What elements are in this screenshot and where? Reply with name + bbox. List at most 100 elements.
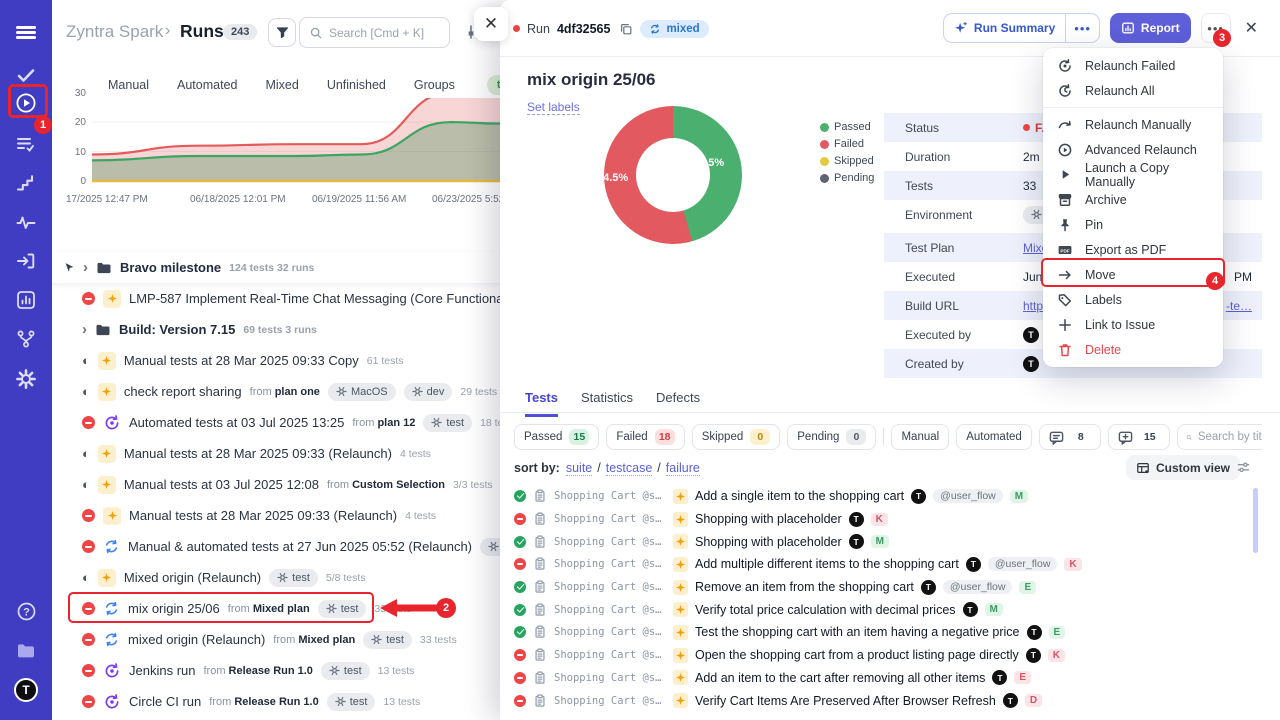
assignee-avatar[interactable]: T bbox=[966, 557, 981, 572]
projects-folder-icon[interactable] bbox=[14, 639, 38, 663]
menu-item-relaunch-all[interactable]: Relaunch All bbox=[1043, 78, 1223, 103]
runs-play-nav-icon[interactable] bbox=[14, 91, 38, 115]
run-list-item[interactable]: Automated tests at 03 Jul 2025 13:25from… bbox=[52, 407, 500, 438]
test-title[interactable]: Shopping with placeholder bbox=[695, 512, 842, 526]
pulse-nav-icon[interactable] bbox=[14, 210, 38, 234]
test-title[interactable]: Shopping with placeholder bbox=[695, 535, 842, 549]
runs-search-input[interactable] bbox=[329, 26, 439, 40]
run-summary-button[interactable]: Run Summary bbox=[944, 14, 1065, 42]
user-avatar[interactable]: T bbox=[1023, 356, 1039, 372]
bar-chart-nav-icon[interactable] bbox=[14, 288, 38, 312]
run-list-item[interactable]: Manual tests at 28 Mar 2025 09:33 (Relau… bbox=[52, 500, 500, 531]
custom-view-button[interactable]: Custom view bbox=[1126, 455, 1240, 480]
assignee-avatar[interactable]: T bbox=[963, 602, 978, 617]
steps-nav-icon[interactable] bbox=[14, 171, 38, 195]
tab-manual[interactable]: Manual bbox=[108, 78, 149, 92]
tests-search[interactable] bbox=[1177, 424, 1262, 450]
menu-item-archive[interactable]: Archive bbox=[1043, 187, 1223, 212]
test-row[interactable]: Shopping Cart @s…Add multiple different … bbox=[500, 553, 1280, 576]
checkmark-nav-icon[interactable] bbox=[14, 63, 38, 87]
tab-mixed[interactable]: Mixed bbox=[265, 78, 298, 92]
run-source[interactable]: from plan 12 bbox=[352, 417, 415, 429]
run-folder-row[interactable]: ›Build: Version 7.1569 tests 3 runs bbox=[52, 314, 500, 345]
chevron-right-icon[interactable]: › bbox=[83, 260, 88, 275]
filter-pending-button[interactable]: Pending0 bbox=[787, 424, 876, 450]
run-list-item[interactable]: ◐check report sharingfrom plan oneMacOSd… bbox=[52, 376, 500, 407]
set-labels-link[interactable]: Set labels bbox=[527, 100, 580, 115]
sort-suite-link[interactable]: suite bbox=[566, 461, 592, 476]
branch-nav-icon[interactable] bbox=[14, 327, 38, 351]
assignee-avatar[interactable]: T bbox=[849, 512, 864, 527]
test-row[interactable]: Shopping Cart @s…Add a single item to th… bbox=[500, 485, 1280, 508]
menu-item-launch-a-copy-manually[interactable]: Launch a Copy Manually bbox=[1043, 162, 1223, 187]
comments-filter-button[interactable]: 8 bbox=[1039, 424, 1101, 450]
assignee-avatar[interactable]: T bbox=[1027, 625, 1042, 640]
run-source[interactable]: from Release Run 1.0 bbox=[203, 665, 312, 677]
report-button[interactable]: Report bbox=[1110, 13, 1191, 43]
run-list-item[interactable]: ◐Mixed origin (Relaunch)test5/8 tests bbox=[52, 562, 500, 593]
test-row[interactable]: Shopping Cart @s…Verify Cart Items Are P… bbox=[500, 689, 1280, 712]
help-icon[interactable]: ? bbox=[14, 599, 38, 623]
tests-scrollbar[interactable] bbox=[1253, 488, 1258, 553]
filter-manual-button[interactable]: Manual bbox=[891, 424, 949, 450]
test-tag[interactable]: @user_flow bbox=[988, 557, 1058, 571]
run-list-item[interactable]: Manual & automated tests at 27 Jun 2025 … bbox=[52, 531, 500, 562]
sort-failure-link[interactable]: failure bbox=[666, 461, 700, 476]
assignee-avatar[interactable]: T bbox=[1026, 648, 1041, 663]
test-title[interactable]: Add an item to the cart after removing a… bbox=[695, 671, 985, 685]
tab-groups[interactable]: Groups bbox=[414, 78, 455, 92]
run-list-item[interactable]: LMP-587 Implement Real-Time Chat Messagi… bbox=[52, 283, 500, 314]
menu-item-export-as-pdf[interactable]: PDFExport as PDF bbox=[1043, 237, 1223, 262]
tests-search-input[interactable] bbox=[1198, 431, 1262, 443]
filter-skipped-button[interactable]: Skipped0 bbox=[692, 424, 781, 450]
run-list-item[interactable]: ◐Manual tests at 28 Mar 2025 09:33 Copy6… bbox=[52, 345, 500, 376]
assignee-avatar[interactable]: T bbox=[1003, 693, 1018, 708]
test-row[interactable]: Shopping Cart @s…Remove an item from the… bbox=[500, 576, 1280, 599]
menu-item-relaunch-manually[interactable]: Relaunch Manually bbox=[1043, 112, 1223, 137]
test-title[interactable]: Add multiple different items to the shop… bbox=[695, 557, 959, 571]
run-source[interactable]: from Mixed plan bbox=[228, 603, 310, 615]
list-check-nav-icon[interactable] bbox=[14, 132, 38, 156]
assignee-avatar[interactable]: T bbox=[849, 534, 864, 549]
test-tag[interactable]: @user_flow bbox=[933, 489, 1003, 503]
run-source[interactable]: from Release Run 1.0 bbox=[209, 696, 318, 708]
run-list-item[interactable]: Circle CI runfrom Release Run 1.0test13 … bbox=[52, 686, 500, 717]
test-row[interactable]: Shopping Cart @s…Test the shopping cart … bbox=[500, 621, 1280, 644]
run-list-item[interactable]: mixed origin (Relaunch)from Mixed plante… bbox=[52, 624, 500, 655]
menu-item-labels[interactable]: Labels bbox=[1043, 287, 1223, 312]
filter-failed-button[interactable]: Failed18 bbox=[606, 424, 684, 450]
assignee-avatar[interactable]: T bbox=[911, 489, 926, 504]
run-list-item[interactable]: ◐Manual tests at 03 Jul 2025 12:08from C… bbox=[52, 469, 500, 500]
test-title[interactable]: Add a single item to the shopping cart bbox=[695, 489, 904, 503]
test-title[interactable]: Verify Cart Items Are Preserved After Br… bbox=[695, 694, 996, 708]
assignee-avatar[interactable]: T bbox=[992, 670, 1007, 685]
run-summary-more-button[interactable]: ••• bbox=[1065, 14, 1099, 42]
menu-item-move[interactable]: Move bbox=[1043, 262, 1223, 287]
tab-automated[interactable]: Automated bbox=[177, 78, 237, 92]
filter-automated-button[interactable]: Automated bbox=[956, 424, 1032, 450]
run-list-item[interactable]: Jenkins runfrom Release Run 1.0test13 te… bbox=[52, 655, 500, 686]
test-row[interactable]: Shopping Cart @s…Shopping with placehold… bbox=[500, 508, 1280, 531]
assignee-avatar[interactable]: T bbox=[921, 580, 936, 595]
breadcrumb-project[interactable]: Zyntra Spark bbox=[66, 22, 163, 42]
run-folder-row[interactable]: ›Bravo milestone124 tests 32 runs bbox=[52, 252, 500, 283]
test-title[interactable]: Open the shopping cart from a product li… bbox=[695, 648, 1019, 662]
build-url-link-end[interactable]: -te… bbox=[1226, 299, 1252, 313]
drawer-close-button[interactable]: ✕ bbox=[1241, 16, 1262, 40]
runs-search[interactable] bbox=[299, 17, 450, 48]
test-row[interactable]: Shopping Cart @s…Verify total price calc… bbox=[500, 598, 1280, 621]
enter-nav-icon[interactable] bbox=[14, 249, 38, 273]
sort-testcase-link[interactable]: testcase bbox=[606, 461, 653, 476]
filter-button[interactable] bbox=[268, 18, 296, 47]
chevron-right-icon[interactable]: › bbox=[82, 322, 87, 337]
test-title[interactable]: Verify total price calculation with deci… bbox=[695, 603, 956, 617]
view-settings-icon[interactable] bbox=[1236, 460, 1251, 475]
tab-unfinished[interactable]: Unfinished bbox=[327, 78, 386, 92]
menu-item-pin[interactable]: Pin bbox=[1043, 212, 1223, 237]
test-title[interactable]: Remove an item from the shopping cart bbox=[695, 580, 914, 594]
menu-hamburger-icon[interactable] bbox=[14, 20, 38, 44]
run-source[interactable]: from Mixed plan bbox=[273, 634, 355, 646]
test-row[interactable]: Shopping Cart @s…Shopping with placehold… bbox=[500, 530, 1280, 553]
test-tag[interactable]: @user_flow bbox=[943, 580, 1013, 594]
drawer-close-left-button[interactable]: ✕ bbox=[474, 7, 508, 41]
